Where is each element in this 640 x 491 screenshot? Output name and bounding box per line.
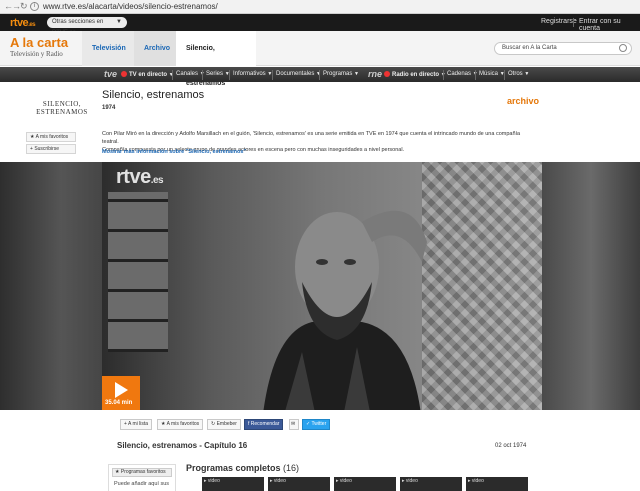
subscribe-button[interactable]: + Suscribirse [26, 144, 76, 154]
episode-date: 02 oct 1974 [495, 443, 527, 449]
live-dot-icon [121, 71, 127, 77]
radio-live-link[interactable]: Radio en directo ▼ [382, 71, 446, 78]
rtve-logo[interactable]: rtve.es [10, 17, 36, 29]
chevron-down-icon: ▼ [116, 19, 122, 25]
nav-item-series[interactable]: Series ▼ [206, 71, 230, 77]
nav-item-documentales[interactable]: Documentales ▼ [276, 71, 321, 77]
twitter-button[interactable]: ✓ Twitter [302, 419, 331, 430]
program-logo-line: ESTRENAMOS [36, 108, 88, 116]
nav-item-otros[interactable]: Otros ▼ [508, 71, 529, 77]
divider [504, 70, 505, 80]
embed-icon: ↻ [211, 421, 216, 427]
embed-button[interactable]: ↻ Embeber [207, 419, 241, 430]
login-link[interactable]: Entrar con su cuenta [579, 18, 640, 32]
video-player[interactable]: rtve.es 35.04 min [102, 162, 542, 410]
alacarta-subtitle: Televisión y Radio [10, 50, 63, 58]
episode-thumbnail[interactable]: ▸ video [466, 477, 528, 491]
thumb-label: ▸ video [402, 478, 418, 484]
page: ← → ↻ i www.rtve.es/alacarta/videos/sile… [0, 0, 640, 491]
info-icon[interactable]: i [30, 2, 39, 11]
play-button[interactable]: 35.04 min [102, 376, 140, 410]
more-info-link[interactable]: Mostrar más información sobre "Silencio,… [102, 149, 246, 155]
live-dot-icon [384, 71, 390, 77]
video-window-grille [108, 192, 168, 352]
tve-logo[interactable]: tve [104, 69, 117, 79]
favorite-programs-box: ★ Programas favoritos Puede añadir aquí … [108, 464, 176, 491]
email-button[interactable]: ✉ [289, 419, 299, 430]
divider [172, 70, 173, 80]
star-icon: ★ [115, 469, 120, 475]
plus-icon: + [124, 421, 127, 427]
video-lattice-pattern [422, 162, 542, 410]
divider [319, 70, 320, 80]
facebook-recommend-button[interactable]: f Recomendar [244, 419, 284, 430]
video-ghost-right [542, 162, 640, 410]
facebook-icon: f [248, 421, 250, 427]
video-actions-bar: + A mi lista ★ A mis favoritos ↻ Embeber… [102, 411, 542, 437]
divider [475, 70, 476, 80]
nav-item-musica[interactable]: Música ▼ [479, 71, 505, 77]
complete-programs-title: Programas completos (16) [186, 463, 300, 473]
description-line: Con Pilar Miró en la dirección y Adolfo … [102, 131, 521, 145]
star-icon: ★ [161, 421, 166, 427]
program-logo[interactable]: SILENCIO, ESTRENAMOS [36, 100, 88, 116]
main-nav: tve TV en directo ▼ Canales ▼ Series ▼ I… [0, 67, 640, 82]
tv-live-link[interactable]: TV en directo ▼ [119, 71, 174, 78]
program-logo-line: SILENCIO, [42, 100, 82, 108]
browser-address-bar: ← → ↻ i www.rtve.es/alacarta/videos/sile… [0, 0, 640, 14]
favorite-programs-header[interactable]: ★ Programas favoritos [112, 468, 172, 477]
video-actor-figure [263, 210, 427, 410]
star-icon: ★ [30, 134, 35, 140]
sections-dropdown[interactable]: Otras secciones en RTVE.es▼ [47, 17, 127, 36]
thumb-label: ▸ video [270, 478, 286, 484]
video-ghost-left [0, 162, 102, 410]
rne-logo[interactable]: rne [368, 69, 382, 79]
play-icon [115, 382, 128, 398]
site-header: A la carta Televisión y Radio Televisión… [0, 31, 640, 87]
tab-current-program[interactable]: Silencio, estrenamos [176, 31, 256, 87]
thumb-label: ▸ video [468, 478, 484, 484]
search-input[interactable]: Buscar en A la Carta [494, 42, 632, 55]
twitter-icon: ✓ [306, 421, 311, 427]
video-duration: 35.04 min [105, 400, 133, 406]
add-to-favorites-button[interactable]: ★ A mis favoritos [157, 419, 204, 430]
divider [443, 70, 444, 80]
tab-television[interactable]: Televisión [82, 31, 140, 66]
search-icon[interactable] [619, 44, 627, 52]
nav-item-informativos[interactable]: Informativos ▼ [233, 71, 272, 77]
add-favorites-button[interactable]: ★ A mis favoritos [26, 132, 76, 142]
reload-icon[interactable]: ↻ [20, 1, 28, 12]
top-strip: rtve.es Otras secciones en RTVE.es▼ Regi… [0, 14, 640, 36]
thumb-label: ▸ video [336, 478, 352, 484]
divider [573, 18, 574, 27]
thumb-label: ▸ video [204, 478, 220, 484]
program-title: Silencio, estrenamos [102, 89, 205, 101]
favorite-programs-text: Puede añadir aquí sus [114, 481, 170, 487]
alacarta-title[interactable]: A la carta [10, 35, 68, 50]
nav-item-cadenas[interactable]: Cadenas ▼ [447, 71, 478, 77]
add-to-list-button[interactable]: + A mi lista [120, 419, 153, 430]
archivo-badge: archivo [507, 96, 540, 106]
divider [272, 70, 273, 80]
video-watermark: rtve.es [116, 166, 164, 188]
episode-thumbnail[interactable]: ▸ video [334, 477, 396, 491]
episode-thumbnail[interactable]: ▸ video [268, 477, 330, 491]
episode-thumbnail[interactable]: ▸ video [202, 477, 264, 491]
divider [229, 70, 230, 80]
nav-item-canales[interactable]: Canales ▼ [176, 71, 205, 77]
divider [202, 70, 203, 80]
episode-title: Silencio, estrenamos - Capítulo 16 [117, 441, 248, 450]
email-icon: ✉ [291, 421, 296, 427]
program-year: 1974 [102, 105, 116, 111]
register-link[interactable]: Registrarse [541, 18, 577, 25]
url-field[interactable]: www.rtve.es/alacarta/videos/silencio-est… [43, 2, 218, 11]
plus-icon: + [30, 146, 33, 152]
nav-item-programas[interactable]: Programas ▼ [323, 71, 359, 77]
episode-thumbnail[interactable]: ▸ video [400, 477, 462, 491]
